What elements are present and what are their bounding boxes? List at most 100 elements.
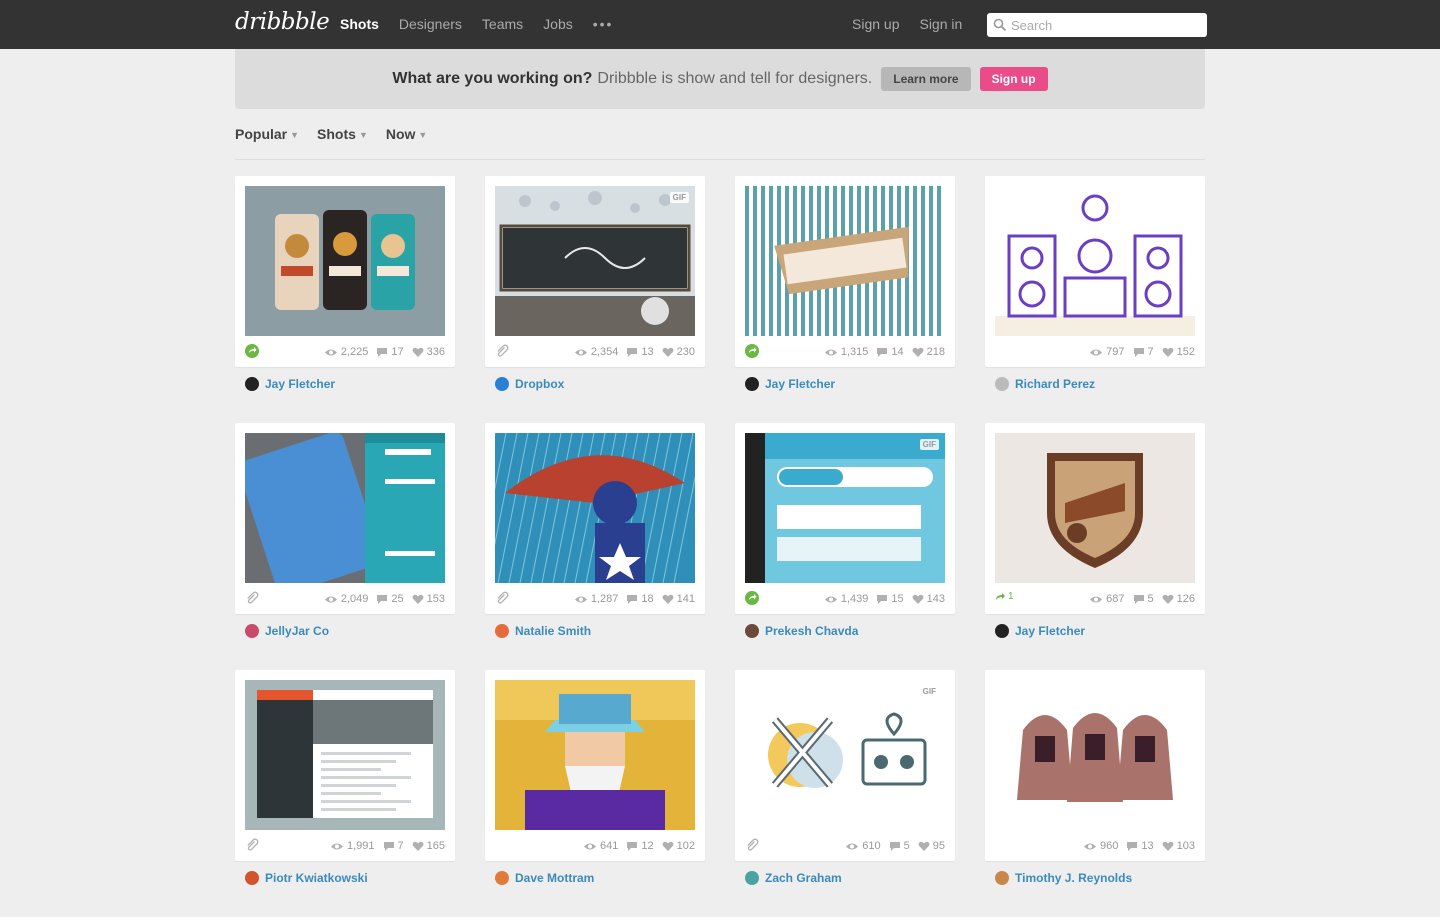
shot-card[interactable]: 641 12 102 (485, 670, 705, 861)
shot-thumbnail[interactable] (495, 680, 695, 830)
shot-author[interactable]: Jay Fletcher (235, 377, 455, 391)
shot-thumbnail[interactable] (245, 680, 445, 830)
nav-teams[interactable]: Teams (482, 16, 523, 32)
comments-count[interactable]: 5 (889, 840, 910, 852)
shot-thumbnail[interactable]: GIF (745, 433, 945, 583)
comments-count[interactable]: 15 (876, 593, 904, 605)
author-name[interactable]: JellyJar Co (265, 624, 329, 638)
banner-sign-up-button[interactable]: Sign up (979, 67, 1048, 91)
comments-count[interactable]: 12 (626, 840, 654, 852)
shot-card[interactable]: GIF 610 5 95 (735, 670, 955, 861)
shot-thumbnail[interactable] (995, 186, 1195, 336)
attachment-indicator[interactable] (245, 591, 259, 605)
author-name[interactable]: Jay Fletcher (265, 377, 335, 391)
comments-count[interactable]: 7 (1133, 346, 1154, 358)
shot-author[interactable]: Dropbox (485, 377, 705, 391)
shot-thumbnail[interactable] (495, 433, 695, 583)
header-sign-up-link[interactable]: Sign up (852, 16, 899, 32)
rebound-indicator[interactable] (245, 344, 259, 358)
shot-author[interactable]: Jay Fletcher (735, 377, 955, 391)
author-name[interactable]: Zach Graham (765, 871, 842, 885)
shot-author[interactable]: Jay Fletcher (985, 624, 1205, 638)
likes-count[interactable]: 165 (412, 840, 445, 852)
nav-designers[interactable]: Designers (399, 16, 462, 32)
author-name[interactable]: Jay Fletcher (765, 377, 835, 391)
shot-author[interactable]: Natalie Smith (485, 624, 705, 638)
author-name[interactable]: Prekesh Chavda (765, 624, 858, 638)
avatar[interactable] (995, 624, 1009, 638)
comments-count[interactable]: 14 (876, 346, 904, 358)
shot-author[interactable]: Piotr Kwiatkowski (235, 871, 455, 885)
shot-card[interactable]: 2,049 25 153 (235, 423, 455, 614)
author-name[interactable]: Richard Perez (1015, 377, 1095, 391)
shot-card[interactable]: GIF 2,354 13 230 (485, 176, 705, 367)
attachment-indicator[interactable] (495, 591, 509, 605)
comments-count[interactable]: 25 (376, 593, 404, 605)
shot-author[interactable]: Timothy J. Reynolds (985, 871, 1205, 885)
filter-now[interactable]: Now ▼ (386, 126, 427, 142)
author-name[interactable]: Natalie Smith (515, 624, 591, 638)
learn-more-button[interactable]: Learn more (881, 67, 971, 91)
author-name[interactable]: Jay Fletcher (1015, 624, 1085, 638)
avatar[interactable] (495, 871, 509, 885)
likes-count[interactable]: 153 (412, 593, 445, 605)
shot-thumbnail[interactable] (995, 680, 1195, 830)
rebound-indicator[interactable] (745, 591, 759, 605)
shot-card[interactable]: GIF 1,439 15 143 (735, 423, 955, 614)
search-input[interactable] (1011, 17, 1191, 33)
nav-jobs[interactable]: Jobs (543, 16, 573, 32)
author-name[interactable]: Dropbox (515, 377, 564, 391)
shot-author[interactable]: Richard Perez (985, 377, 1205, 391)
likes-count[interactable]: 102 (662, 840, 695, 852)
filter-shots[interactable]: Shots ▼ (317, 126, 368, 142)
header-sign-in-link[interactable]: Sign in (919, 16, 962, 32)
filter-popular[interactable]: Popular ▼ (235, 126, 299, 142)
avatar[interactable] (745, 871, 759, 885)
likes-count[interactable]: 126 (1162, 593, 1195, 605)
comments-count[interactable]: 7 (383, 840, 404, 852)
avatar[interactable] (495, 624, 509, 638)
shot-thumbnail[interactable] (995, 433, 1195, 583)
likes-count[interactable]: 141 (662, 593, 695, 605)
likes-count[interactable]: 103 (1162, 840, 1195, 852)
attachment-indicator[interactable] (245, 838, 259, 852)
shot-author[interactable]: Prekesh Chavda (735, 624, 955, 638)
shot-thumbnail[interactable]: GIF (745, 680, 945, 830)
comments-count[interactable]: 5 (1133, 593, 1154, 605)
shot-thumbnail[interactable]: GIF (495, 186, 695, 336)
comments-count[interactable]: 13 (1126, 840, 1154, 852)
comments-count[interactable]: 17 (376, 346, 404, 358)
comments-count[interactable]: 13 (626, 346, 654, 358)
shot-thumbnail[interactable] (745, 186, 945, 336)
avatar[interactable] (495, 377, 509, 391)
avatar[interactable] (245, 624, 259, 638)
shot-author[interactable]: Zach Graham (735, 871, 955, 885)
avatar[interactable] (245, 377, 259, 391)
likes-count[interactable]: 218 (912, 346, 945, 358)
likes-count[interactable]: 143 (912, 593, 945, 605)
avatar[interactable] (745, 377, 759, 391)
author-name[interactable]: Timothy J. Reynolds (1015, 871, 1132, 885)
attachment-indicator[interactable] (745, 838, 759, 852)
dribbble-logo[interactable]: dribbble (235, 9, 330, 35)
likes-count[interactable]: 230 (662, 346, 695, 358)
author-name[interactable]: Piotr Kwiatkowski (265, 871, 368, 885)
shot-author[interactable]: JellyJar Co (235, 624, 455, 638)
attachment-indicator[interactable] (495, 344, 509, 358)
rebound-count[interactable]: 1 (995, 591, 1014, 602)
comments-count[interactable]: 18 (626, 593, 654, 605)
shot-card[interactable]: 797 7 152 (985, 176, 1205, 367)
shot-card[interactable]: 1,315 14 218 (735, 176, 955, 367)
rebound-indicator[interactable] (745, 344, 759, 358)
likes-count[interactable]: 95 (918, 840, 945, 852)
author-name[interactable]: Dave Mottram (515, 871, 594, 885)
likes-count[interactable]: 336 (412, 346, 445, 358)
shot-card[interactable]: 1,991 7 165 (235, 670, 455, 861)
more-menu-icon[interactable]: ••• (593, 16, 614, 32)
shot-card[interactable]: 1,287 18 141 (485, 423, 705, 614)
avatar[interactable] (995, 871, 1009, 885)
nav-shots[interactable]: Shots (340, 16, 379, 32)
shot-thumbnail[interactable] (245, 433, 445, 583)
shot-card[interactable]: 2,225 17 336 (235, 176, 455, 367)
shot-author[interactable]: Dave Mottram (485, 871, 705, 885)
